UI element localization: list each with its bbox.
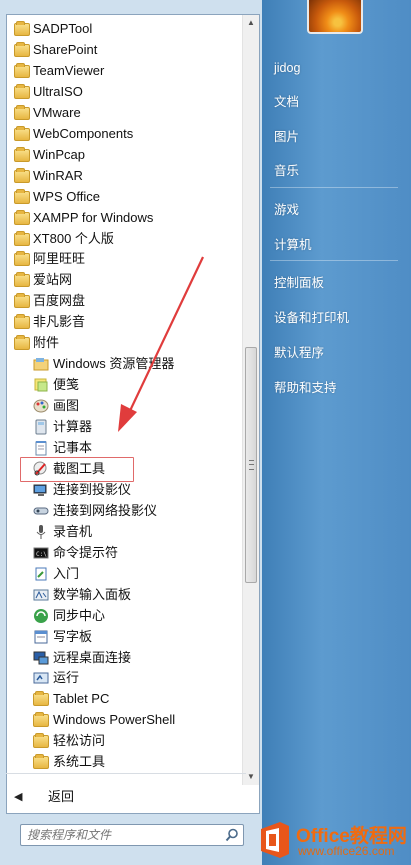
- start-menu: jidog 文档 图片 音乐 游戏 计算机 控制面板 设备和打印机 默认程序 帮助和支持 SADP…: [0, 0, 411, 865]
- watermark-url: www.office26.com: [298, 844, 395, 858]
- office-logo-icon: [261, 822, 289, 858]
- annotation-arrow: [118, 256, 204, 432]
- watermark: Office教程网 www.office26.com: [248, 815, 411, 865]
